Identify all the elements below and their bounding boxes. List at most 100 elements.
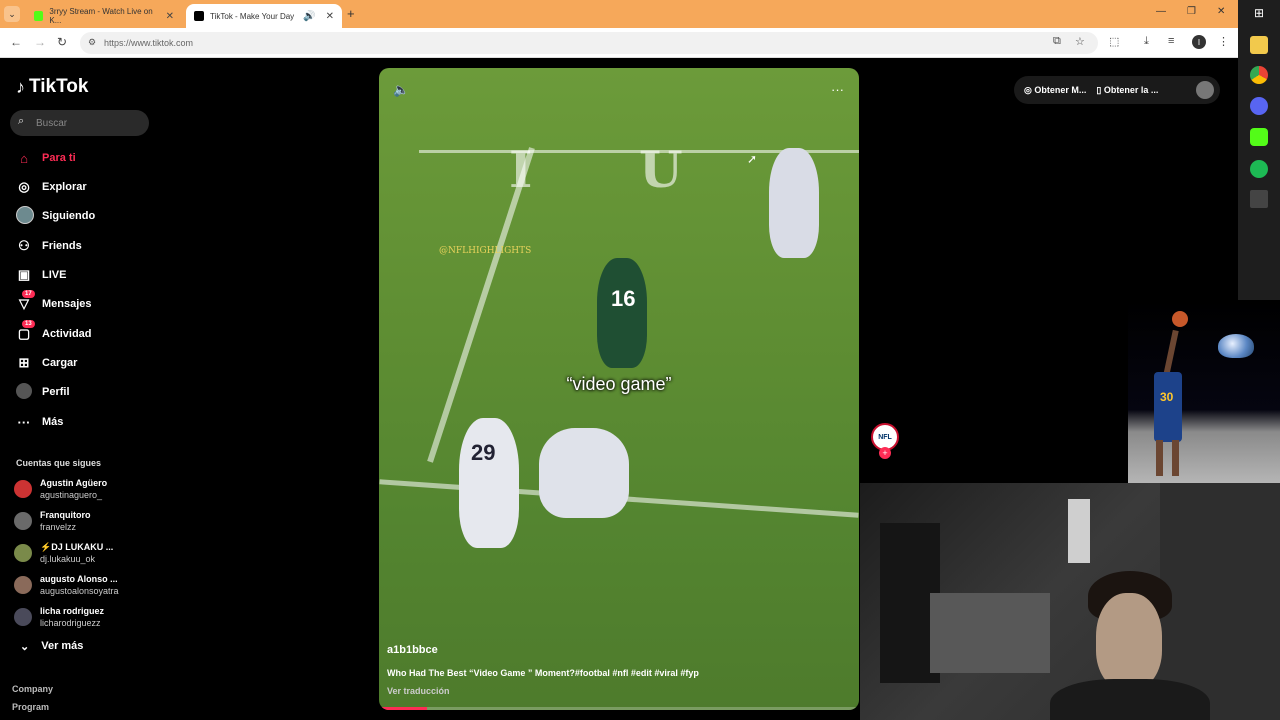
activity-count-badge: 13 (22, 320, 35, 328)
get-coins-button[interactable]: ◎ Obtener M... (1024, 85, 1086, 96)
nav-label: Friends (42, 240, 82, 252)
kick-icon[interactable] (1250, 128, 1268, 146)
nav-live[interactable]: ▣ LIVE (16, 264, 67, 286)
nav-label: Más (42, 416, 64, 428)
player-arm-graphic (1163, 329, 1179, 377)
messages-icon: ▽ 17 (16, 290, 35, 312)
player-leg-graphic (1156, 440, 1163, 476)
browser-tab-tiktok[interactable]: TikTok - Make Your Day 🔊 ✕ (186, 4, 342, 28)
browser-tab-kick[interactable]: 3rryy Stream - Watch Live on K... ✕ (26, 4, 182, 28)
nav-label: Explorar (42, 181, 87, 193)
account-handle: dj.lukakuu_ok (40, 554, 96, 564)
video-watermark: @NFLHIGHLIGHTS (439, 246, 532, 256)
close-icon[interactable]: ✕ (326, 11, 334, 22)
spotify-icon[interactable] (1250, 160, 1268, 178)
phone-icon: ▯ (1096, 84, 1104, 95)
profile-avatar[interactable]: I (1192, 35, 1206, 49)
nav-actividad[interactable]: ▢ 13 Actividad (16, 320, 92, 345)
following-account[interactable]: Franquitoro franvelzz (14, 508, 91, 534)
nav-mas[interactable]: ··· Más (16, 411, 64, 433)
obs-icon[interactable] (1250, 190, 1268, 208)
follow-plus-icon[interactable]: + (879, 447, 891, 459)
extensions-icon[interactable]: ⬚ (1109, 35, 1119, 48)
following-account[interactable]: augusto Alonso ... augustoalonsoyatra (14, 572, 119, 598)
chevron-down-icon: ⌄ (20, 641, 30, 653)
media-control-icon[interactable]: ≡ (1168, 35, 1174, 47)
get-app-label: Obtener la ... (1103, 84, 1159, 95)
progress-bar[interactable] (379, 707, 427, 710)
browser-toolbar: ← → ↻ ⚙ https://www.tiktok.com ⧉ ☆ ⬚ ⤓ ≡… (0, 28, 1238, 58)
window-close-icon[interactable]: ✕ (1217, 6, 1225, 17)
nav-mensajes[interactable]: ▽ 17 Mensajes (16, 290, 92, 315)
forward-icon[interactable]: → (34, 35, 46, 49)
nav-cargar[interactable]: ⊞ Cargar (16, 352, 78, 374)
webcam-person-body (1050, 679, 1210, 720)
mouse-cursor-icon: ➚ (747, 152, 758, 166)
video-player[interactable]: I U @NFLHIGHLIGHTS 16 29 “video game” 🔈 … (379, 68, 859, 710)
reload-icon[interactable]: ↻ (57, 35, 67, 49)
nav-label: LIVE (42, 269, 67, 281)
upload-icon: ⊞ (18, 355, 30, 370)
nav-para-ti[interactable]: ⌂ Para ti (16, 147, 76, 169)
tab-search-button[interactable]: ⌄ (4, 6, 20, 22)
account-name: ⚡DJ LUKAKU ... (40, 542, 114, 552)
chrome-icon[interactable] (1250, 66, 1268, 84)
file-explorer-icon[interactable] (1250, 36, 1268, 54)
restore-icon[interactable]: ❐ (1187, 6, 1196, 17)
webcam-person-face (1096, 593, 1162, 689)
following-account[interactable]: licha rodriguez licharodriguezz (14, 604, 104, 630)
install-app-icon[interactable]: ⧉ (1053, 35, 1061, 48)
account-handle: licharodriguezz (40, 618, 101, 628)
windows-start-icon[interactable]: ⊞ (1250, 6, 1268, 24)
speaker-icon[interactable]: 🔊 (303, 11, 315, 22)
account-handle: franvelzz (40, 522, 77, 532)
compass-icon: ◎ (18, 179, 30, 194)
more-options-icon[interactable]: ··· (831, 82, 844, 97)
account-name: Agustin Agüero (40, 478, 108, 488)
address-bar[interactable]: ⚙ https://www.tiktok.com (80, 32, 1098, 54)
search-input[interactable]: ⌕ Buscar (10, 110, 149, 136)
overlay-jersey-number: 30 (1160, 390, 1174, 404)
logo-text: TikTok (29, 76, 89, 97)
site-info-icon[interactable]: ⚙ (88, 37, 96, 48)
account-handle: agustinaguero_ (40, 490, 103, 500)
tab-title: 3rryy Stream - Watch Live on K... (49, 7, 153, 25)
home-icon: ⌂ (20, 150, 28, 166)
progress-track[interactable] (379, 707, 859, 710)
account-handle: augustoalonsoyatra (40, 586, 119, 596)
translate-link[interactable]: Ver traducción (387, 686, 450, 696)
kick-favicon-icon (34, 11, 44, 21)
jersey-number: 29 (471, 440, 496, 465)
nav-perfil[interactable]: Perfil (16, 381, 70, 403)
get-app-button[interactable]: ▯ Obtener la ... (1096, 85, 1158, 96)
following-account[interactable]: ⚡DJ LUKAKU ... dj.lukakuu_ok (14, 540, 113, 566)
nav-friends[interactable]: ⚇ Friends (16, 235, 82, 257)
bookmark-star-icon[interactable]: ☆ (1075, 35, 1085, 48)
message-count-badge: 17 (22, 290, 35, 298)
footer-link-company[interactable]: Company (12, 684, 53, 694)
discord-icon[interactable] (1250, 97, 1268, 115)
tiktok-logo[interactable]: ♪ TikTok (16, 76, 88, 98)
tiktok-favicon-icon (194, 11, 204, 21)
live-icon: ▣ (17, 267, 31, 282)
nav-explorar[interactable]: ◎ Explorar (16, 176, 87, 198)
avatar (14, 576, 32, 594)
tiktok-note-icon: ♪ (16, 76, 25, 97)
nav-siguiendo[interactable]: Siguiendo (16, 205, 95, 227)
user-avatar[interactable] (1196, 81, 1214, 99)
back-icon[interactable]: ← (10, 35, 22, 49)
video-author[interactable]: a1b1bbce (387, 644, 438, 656)
kebab-menu-icon[interactable]: ⋮ (1218, 35, 1229, 48)
see-more-button[interactable]: ⌄ Ver más (20, 640, 83, 653)
close-icon[interactable]: ✕ (166, 11, 174, 22)
account-name: augusto Alonso ... (40, 574, 118, 584)
volume-icon[interactable]: 🔈 (393, 82, 409, 98)
footer-link-program[interactable]: Program (12, 702, 49, 712)
webcam-desk (930, 593, 1050, 673)
following-account[interactable]: Agustin Agüero agustinaguero_ (14, 476, 107, 502)
download-icon[interactable]: ⤓ (1144, 35, 1149, 48)
new-tab-icon[interactable]: + (347, 6, 355, 21)
player-white (459, 418, 519, 548)
top-right-actions: ◎ Obtener M... ▯ Obtener la ... (1014, 76, 1220, 104)
minimize-icon[interactable]: — (1156, 6, 1166, 17)
